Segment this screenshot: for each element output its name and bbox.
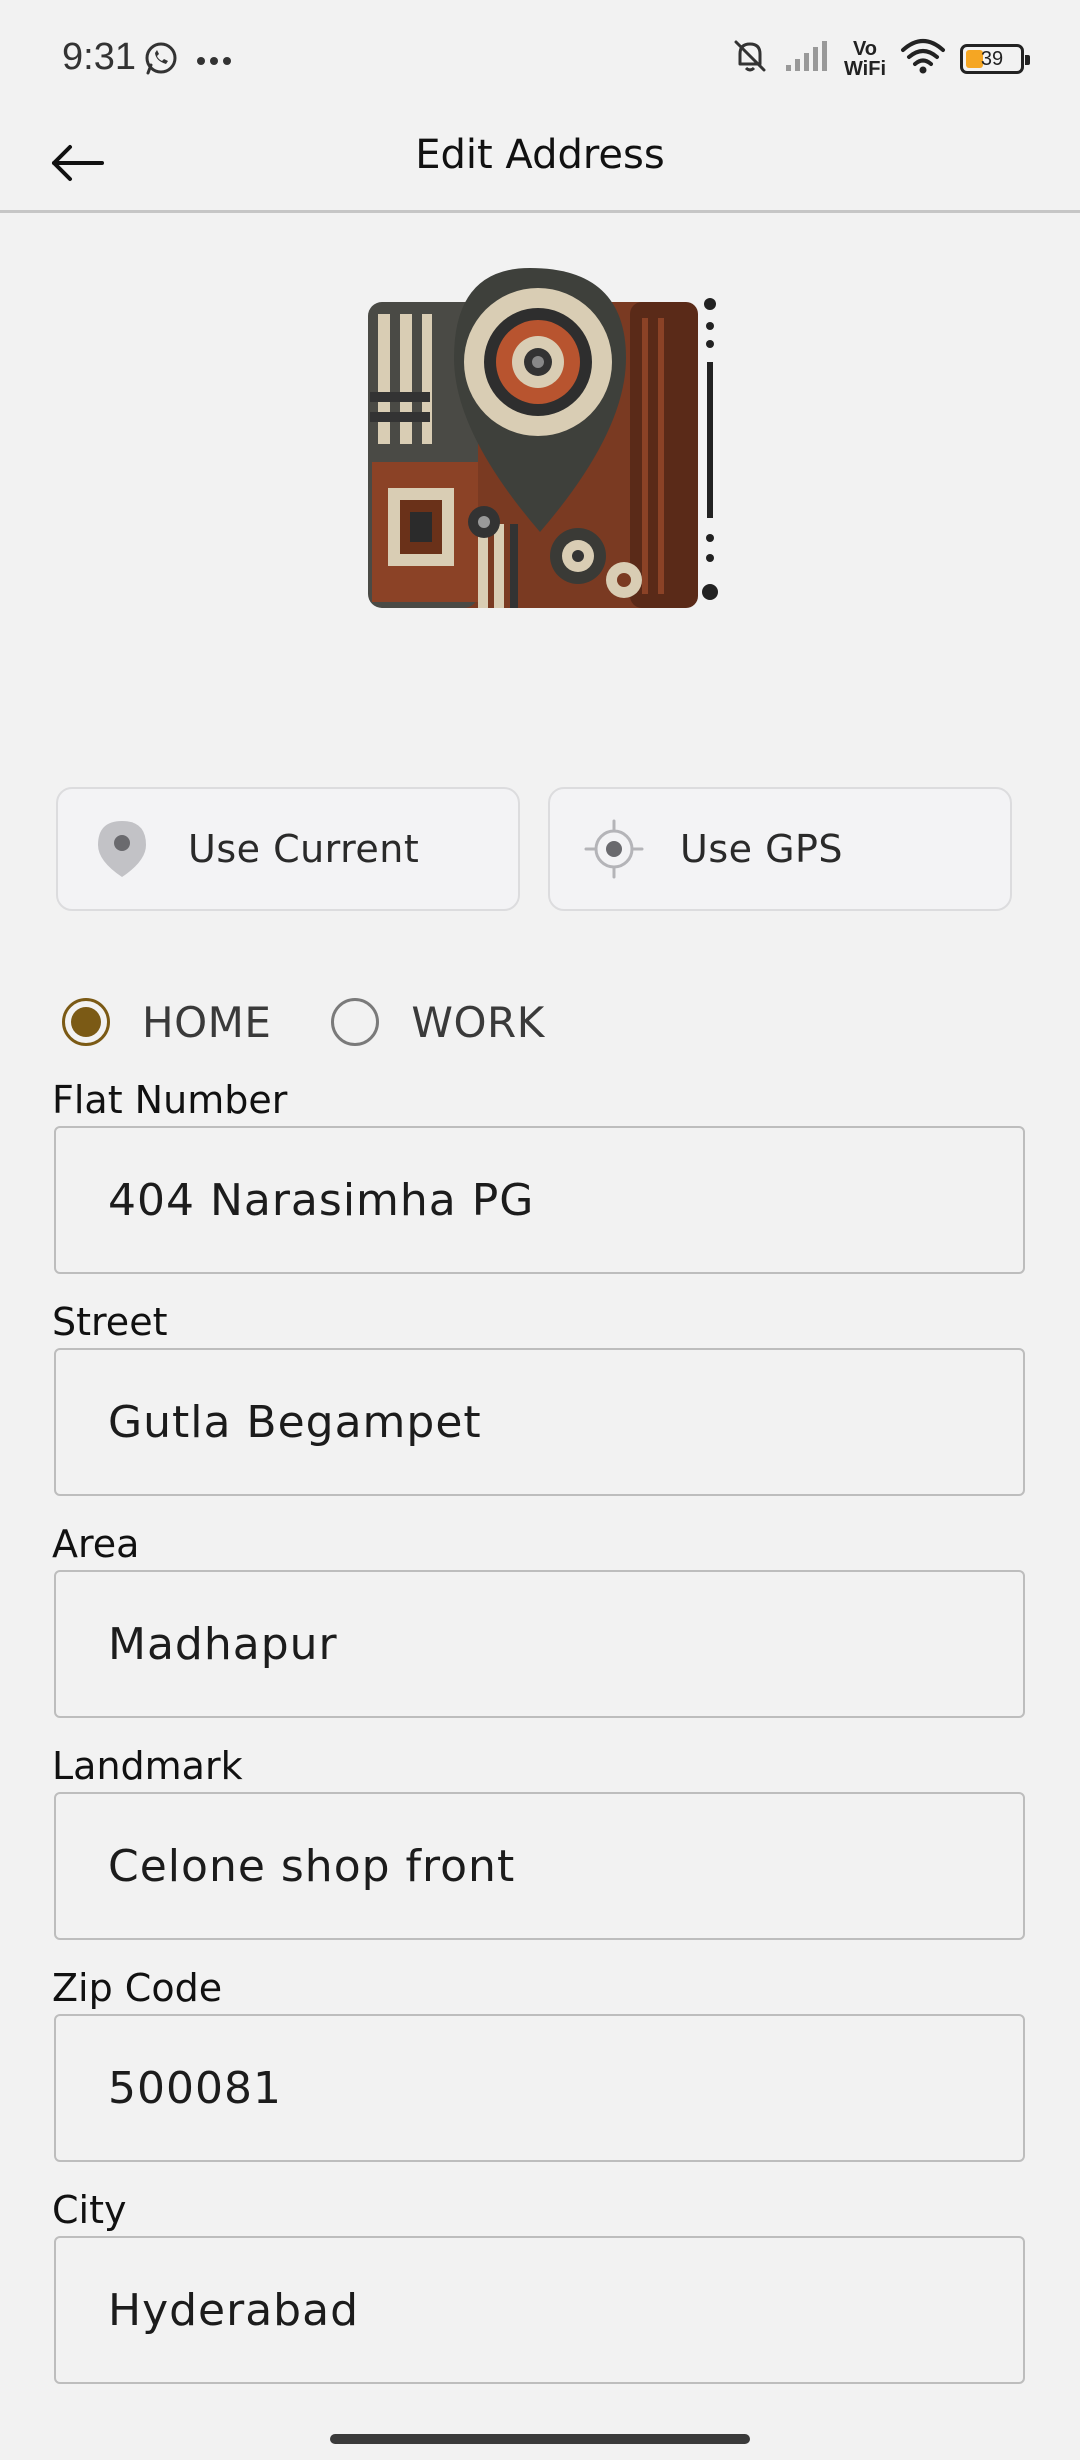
wifi-icon — [900, 38, 946, 79]
use-gps-button[interactable]: Use GPS — [548, 787, 1012, 911]
battery-cap — [1025, 54, 1030, 65]
vowifi-icon: Vo WiFi — [844, 39, 886, 79]
vowifi-bottom-text: WiFi — [843, 57, 886, 80]
street-field[interactable] — [54, 1348, 1025, 1496]
bell-muted-icon — [730, 36, 770, 81]
landmark-field[interactable] — [54, 1792, 1025, 1940]
landmark-label: Landmark — [52, 1744, 243, 1788]
status-left-icons — [142, 40, 232, 83]
vowifi-top-text: Vo — [852, 37, 878, 60]
radio-home[interactable]: HOME — [62, 998, 271, 1047]
app-bar-divider — [0, 210, 1080, 213]
radio-work-circle[interactable] — [331, 998, 380, 1046]
street-label: Street — [52, 1300, 168, 1344]
radio-work[interactable]: WORK — [331, 998, 544, 1047]
status-right-icons: Vo WiFi 39 — [730, 36, 1030, 81]
use-current-button[interactable]: Use Current — [56, 787, 520, 911]
map-pin-icon — [86, 819, 158, 879]
more-dots-icon — [196, 53, 232, 71]
page-title: Edit Address — [415, 132, 665, 178]
use-gps-label: Use GPS — [680, 827, 844, 871]
radio-home-dot — [71, 1007, 101, 1037]
home-gesture-bar[interactable] — [330, 2434, 750, 2444]
app-bar: Edit Address — [0, 120, 1080, 212]
flat-number-field[interactable] — [54, 1126, 1025, 1274]
city-label: City — [52, 2188, 127, 2232]
crosshair-icon — [578, 819, 650, 879]
area-label: Area — [52, 1522, 140, 1566]
signal-icon — [784, 39, 830, 78]
location-illustration — [360, 262, 730, 632]
status-bar: 9:31 Vo WiFi 39 — [0, 0, 1080, 120]
zip-code-field[interactable] — [54, 2014, 1025, 2162]
radio-home-circle[interactable] — [62, 998, 110, 1046]
use-current-label: Use Current — [188, 827, 420, 871]
zip-code-label: Zip Code — [52, 1966, 223, 2010]
radio-work-label: WORK — [411, 997, 545, 1047]
battery-percent: 39 — [980, 47, 1004, 70]
area-field[interactable] — [54, 1570, 1025, 1718]
address-type-group: HOME WORK — [62, 982, 545, 1062]
battery-icon: 39 — [960, 43, 1030, 74]
flat-number-label: Flat Number — [52, 1078, 288, 1122]
city-field[interactable] — [54, 2236, 1025, 2384]
whatsapp-icon — [142, 40, 180, 83]
status-time: 9:31 — [62, 36, 136, 78]
radio-home-label: HOME — [142, 997, 272, 1047]
